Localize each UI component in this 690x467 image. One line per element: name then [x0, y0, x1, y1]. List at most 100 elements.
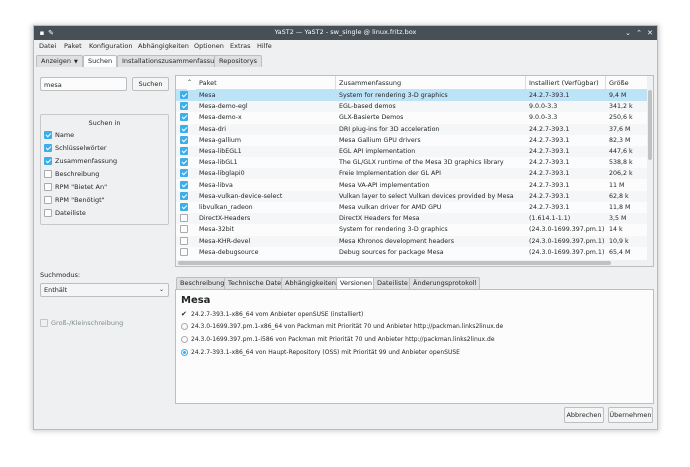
menu-optionen[interactable]: Optionen — [194, 42, 224, 50]
checkbox[interactable] — [40, 319, 48, 327]
version-option[interactable]: 24.3.0-1699.397.pm.1-x86_64 von Packman … — [181, 322, 503, 331]
cell-package: Mesa-gallium — [199, 136, 241, 144]
table-row[interactable]: Mesa-libglapi0 Freie Implementation der G… — [176, 168, 649, 180]
cell-package: Mesa-32bit — [199, 226, 234, 234]
checkbox[interactable] — [44, 209, 52, 217]
menu-extras[interactable]: Extras — [230, 42, 251, 50]
install-checkbox[interactable] — [180, 169, 188, 178]
tab-dateiliste[interactable]: Dateiliste — [373, 277, 412, 289]
cell-version: 9.0.0-3.3 — [529, 103, 558, 111]
option-keywords[interactable]: Schlüsselwörter — [44, 144, 107, 154]
install-checkbox[interactable] — [180, 135, 188, 144]
checkbox[interactable] — [44, 170, 52, 178]
column-header-paket[interactable]: Paket — [196, 76, 336, 90]
install-checkbox[interactable] — [180, 124, 188, 133]
install-checkbox[interactable] — [180, 158, 188, 167]
radio-button[interactable] — [181, 323, 188, 330]
cell-version: (24.3.0-1699.397.pm.1) — [529, 226, 604, 234]
menu-hilfe[interactable]: Hilfe — [257, 42, 272, 50]
option-name[interactable]: Name — [44, 131, 74, 141]
menu-datei[interactable]: Datei — [39, 42, 56, 50]
checkbox[interactable] — [44, 131, 52, 139]
cell-size: 14 k — [609, 226, 623, 234]
cell-size: 62,8 k — [609, 192, 629, 200]
maximize-icon[interactable]: ⌃ — [635, 29, 643, 37]
option-filelist[interactable]: Dateiliste — [44, 209, 86, 219]
menu-paket[interactable]: Paket — [64, 42, 82, 50]
table-row[interactable]: Mesa System for rendering 3-D graphics 24.… — [176, 90, 649, 101]
table-row[interactable]: DirectX-Headers DirectX Headers for Mesa (… — [176, 213, 649, 225]
tab-technische-daten[interactable]: Technische Daten — [224, 277, 290, 289]
table-row[interactable]: Mesa-demo-x GLX-Basierte Demos 9.0.0-3.3 25… — [176, 112, 649, 123]
option-rpm-provides[interactable]: RPM "Bietet An" — [44, 183, 107, 193]
search-mode-select[interactable]: Enthält ⌄ — [40, 283, 169, 297]
table-row[interactable]: Mesa-libGL1 The GL/GLX runtime of the Mes… — [176, 157, 649, 168]
option-summary[interactable]: Zusammenfassung — [44, 157, 117, 167]
cell-package: DirectX-Headers — [199, 215, 251, 223]
table-row[interactable]: libvulkan_radeon Mesa vulkan driver for A… — [176, 202, 649, 213]
option-description[interactable]: Beschreibung — [44, 170, 99, 180]
column-header-zusammenfassung[interactable]: Zusammenfassung — [336, 76, 526, 90]
checkbox[interactable] — [44, 183, 52, 191]
table-row[interactable]: Mesa-libva Mesa VA-API implementation 24.2… — [176, 180, 649, 191]
cancel-button[interactable]: Abbrechen — [564, 407, 604, 423]
close-icon[interactable]: ✕ — [646, 29, 654, 37]
table-row[interactable]: Mesa-libEGL1 EGL API implementation 24.2.7… — [176, 146, 649, 157]
install-checkbox[interactable] — [180, 147, 188, 155]
version-option[interactable]: 24.3.0-1699.397.pm.1-i586 von Packman mi… — [181, 335, 495, 344]
menu-abhaengigkeiten[interactable]: Abhängigkeiten — [138, 42, 189, 50]
option-rpm-requires[interactable]: RPM "Benötigt" — [44, 196, 105, 206]
tab-versionen[interactable]: Versionen — [336, 277, 377, 289]
install-checkbox[interactable] — [180, 203, 188, 211]
install-checkbox[interactable] — [180, 91, 188, 99]
column-header-version[interactable]: Installiert (Verfügbar) — [526, 76, 606, 90]
install-checkbox[interactable] — [180, 247, 188, 256]
tab-beschreibung[interactable]: Beschreibung — [176, 277, 229, 289]
table-row[interactable]: Mesa-32bit System for rendering 3-D graph… — [176, 224, 649, 235]
checkbox[interactable] — [44, 144, 52, 152]
install-checkbox[interactable] — [180, 191, 188, 200]
table-row[interactable]: Mesa-gallium Mesa Gallium GPU drivers 24.2… — [176, 135, 649, 146]
table-row[interactable]: Mesa-vulkan-device-select Vulkan layer to… — [176, 190, 649, 202]
cell-summary: Freie Implementation der GL API — [339, 170, 441, 178]
column-header-groesse[interactable]: Größe — [606, 76, 651, 90]
install-checkbox[interactable] — [180, 102, 188, 111]
search-input[interactable]: mesa — [40, 77, 127, 91]
minimize-icon[interactable]: ⌄ — [624, 29, 632, 37]
checkbox[interactable] — [44, 157, 52, 165]
cell-package: Mesa-demo-x — [199, 114, 242, 122]
accept-button[interactable]: Übernehmen — [608, 407, 653, 423]
horizontal-scrollbar[interactable] — [176, 260, 649, 266]
cell-summary: System for rendering 3-D graphics — [339, 226, 448, 234]
tab-abhaengigkeiten[interactable]: Abhängigkeiten — [281, 277, 340, 289]
radio-button[interactable] — [181, 336, 188, 343]
scroll-thumb[interactable] — [178, 261, 611, 265]
table-row[interactable]: Mesa-dri DRI plug-ins for 3D acceleration… — [176, 123, 649, 135]
case-sensitive-option[interactable]: Groß-/Kleinschreibung — [40, 319, 123, 329]
tab-aenderungsprotokoll[interactable]: Änderungsprotokoll — [409, 277, 481, 289]
table-row[interactable]: Mesa-debugsource Debug sources for packag… — [176, 247, 649, 258]
install-checkbox[interactable] — [180, 236, 188, 245]
check-icon: ✔ — [181, 310, 187, 318]
table-row[interactable]: Mesa-KHR-devel Mesa Khronos development h… — [176, 235, 649, 247]
cell-size: 11,8 M — [609, 204, 631, 211]
install-checkbox[interactable] — [180, 214, 188, 223]
table-row[interactable]: Mesa-demo-egl EGL-based demos 9.0.0-3.3 341… — [176, 101, 649, 113]
install-checkbox[interactable] — [180, 113, 188, 122]
checkbox[interactable] — [44, 196, 52, 204]
cell-version: (1.614.1-1.1) — [529, 215, 571, 223]
cell-summary: DRI plug-ins for 3D acceleration — [339, 125, 440, 133]
install-checkbox[interactable] — [180, 225, 188, 234]
tab-anzeigen[interactable]: Anzeigen ▼ — [36, 55, 83, 67]
vertical-scrollbar[interactable] — [647, 76, 653, 266]
cell-package: Mesa-demo-egl — [199, 103, 248, 111]
tab-repositorys[interactable]: Repositorys — [214, 55, 262, 67]
scroll-thumb[interactable] — [648, 90, 652, 160]
install-checkbox[interactable] — [180, 180, 188, 189]
radio-button[interactable] — [181, 349, 188, 356]
search-button[interactable]: Suchen — [132, 77, 169, 91]
tab-installationszusammenfassung[interactable]: Installationszusammenfassung — [117, 55, 228, 67]
version-option[interactable]: 24.2.7-393.1-x86_64 von Haupt-Repository… — [181, 348, 460, 357]
tab-suchen[interactable]: Suchen — [83, 55, 118, 67]
menu-konfiguration[interactable]: Konfiguration — [89, 42, 132, 50]
